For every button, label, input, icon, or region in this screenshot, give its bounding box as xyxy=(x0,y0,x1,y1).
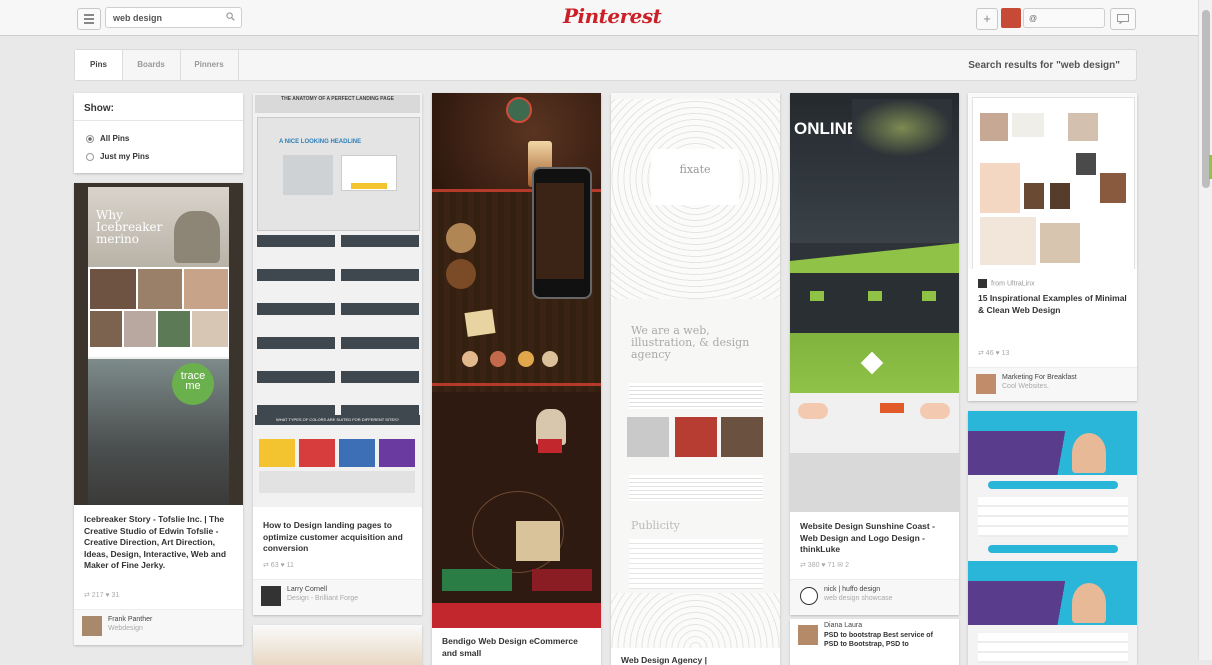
fixate-logo: fixate xyxy=(679,163,711,176)
pin-stats: ⇄ 46 ♥ 13 xyxy=(978,350,1010,357)
pinner-name[interactable]: Larry Cornell xyxy=(287,586,327,593)
user-avatar[interactable] xyxy=(1001,8,1021,28)
tab-pinners[interactable]: Pinners xyxy=(180,50,239,80)
add-pin-button[interactable]: + xyxy=(976,8,998,30)
avatar[interactable] xyxy=(976,374,996,394)
pin-image[interactable]: fixate We are a web, illustration, & des… xyxy=(611,93,780,648)
pin-attribution[interactable]: Marketing For Breakfast Cool Websites. xyxy=(968,367,1137,401)
pin-attribution[interactable]: Diana Laura PSD to bootstrap Best servic… xyxy=(790,619,959,665)
online-banner: ONLINE xyxy=(794,119,859,138)
pin-title[interactable]: Web Design Agency | xyxy=(621,655,771,665)
icebreaker-headline: Why Icebreaker merino xyxy=(96,208,163,246)
pin-image[interactable] xyxy=(968,93,1137,269)
menu-icon[interactable] xyxy=(77,8,101,30)
pin-title[interactable]: Bendigo Web Design eCommerce and small xyxy=(442,636,592,659)
pin-image[interactable] xyxy=(432,93,601,628)
pinterest-logo[interactable]: Pinterest xyxy=(563,4,662,28)
page-scrollbar[interactable] xyxy=(1198,0,1212,660)
fixate-tagline: We are a web, illustration, & design age… xyxy=(631,324,750,361)
divider xyxy=(74,120,243,121)
notifications-button[interactable] xyxy=(1110,8,1136,30)
infographic-headline: A NICE LOOKING HEADLINE xyxy=(279,139,362,145)
infographic-colors-title: WHAT TYPES OF COLORS ARE SUITED FOR DIFF… xyxy=(255,415,420,425)
search-value: web design xyxy=(113,13,163,23)
avatar[interactable] xyxy=(82,616,102,636)
board-name[interactable]: Cool Websites. xyxy=(1002,383,1049,390)
pin-stats: ⇄ 63 ♥ 11 xyxy=(263,562,294,569)
pinner-name[interactable]: Diana Laura xyxy=(824,622,862,629)
radio-icon[interactable] xyxy=(86,152,94,161)
pin-image[interactable] xyxy=(968,411,1137,665)
tab-boards[interactable]: Boards xyxy=(122,50,181,80)
pin-card[interactable] xyxy=(253,625,422,665)
pin-title[interactable]: Icebreaker Story - Tofslie Inc. | The Cr… xyxy=(84,514,236,572)
pin-image[interactable]: ONLINE xyxy=(790,93,959,512)
pin-card[interactable] xyxy=(968,411,1137,665)
pinner-name[interactable]: Marketing For Breakfast xyxy=(1002,374,1077,381)
pinner-name[interactable]: Frank Panther xyxy=(108,616,152,623)
pin-image[interactable] xyxy=(253,625,422,665)
source-label: from UltraLinx xyxy=(991,280,1035,288)
pin-card[interactable]: from UltraLinx 15 Inspirational Examples… xyxy=(968,93,1137,401)
search-results-heading: Search results for "web design" xyxy=(968,60,1120,71)
pin-card[interactable]: Diana Laura PSD to bootstrap Best servic… xyxy=(790,619,959,665)
radio-selected-icon[interactable] xyxy=(86,134,94,143)
pin-title[interactable]: How to Design landing pages to optimize … xyxy=(263,520,413,555)
avatar[interactable] xyxy=(798,625,818,645)
pin-stats: ⇄ 380 ♥ 71 ✉ 2 xyxy=(800,562,849,569)
results-tabs-bar: Pins Boards Pinners Search results for "… xyxy=(74,49,1137,81)
pin-card[interactable]: Why Icebreaker merino trace me Icebreake… xyxy=(74,183,243,645)
pin-card[interactable]: ONLINE Website Design Sunshine Coast - W… xyxy=(790,93,959,615)
filter-option-label: Just my Pins xyxy=(100,152,150,161)
filter-panel: Show: All Pins Just my Pins xyxy=(74,93,243,173)
pin-title[interactable]: Website Design Sunshine Coast - Web Desi… xyxy=(800,521,950,556)
board-name[interactable]: Design - Brilliant Forge xyxy=(287,595,358,602)
avatar[interactable] xyxy=(261,586,281,606)
fixate-publicity: Publicity xyxy=(631,519,680,532)
infographic-title: THE ANATOMY OF A PERFECT LANDING PAGE xyxy=(255,95,420,113)
filter-title: Show: xyxy=(84,103,114,114)
board-name[interactable]: web design showcase xyxy=(824,595,893,602)
avatar[interactable] xyxy=(800,587,818,605)
pin-source[interactable]: from UltraLinx xyxy=(978,279,1035,288)
search-input[interactable]: web design xyxy=(105,7,242,28)
filter-all-pins[interactable]: All Pins xyxy=(86,134,129,143)
board-name[interactable]: Webdesign xyxy=(108,625,143,632)
filter-just-my-pins[interactable]: Just my Pins xyxy=(86,152,149,161)
user-menu[interactable]: @ xyxy=(1023,8,1105,28)
pin-image[interactable]: THE ANATOMY OF A PERFECT LANDING PAGE A … xyxy=(253,93,422,507)
pin-image[interactable]: Why Icebreaker merino trace me xyxy=(74,183,243,505)
pin-title[interactable]: PSD to bootstrap Best service of PSD to … xyxy=(824,631,944,649)
pin-stats: ⇄ 217 ♥ 31 xyxy=(84,592,120,599)
filter-option-label: All Pins xyxy=(100,134,130,143)
message-icon xyxy=(1117,14,1129,24)
trace-me-badge: trace me xyxy=(172,363,214,405)
pin-attribution[interactable]: Larry Cornell Design - Brilliant Forge xyxy=(253,579,422,615)
pin-title[interactable]: 15 Inspirational Examples of Minimal & C… xyxy=(978,293,1128,316)
pinner-name[interactable]: nick | huffo design xyxy=(824,586,880,593)
top-bar: web design Pinterest + @ xyxy=(0,0,1198,36)
search-icon[interactable] xyxy=(226,12,235,21)
pin-attribution[interactable]: nick | huffo design web design showcase xyxy=(790,579,959,615)
source-icon xyxy=(978,279,987,288)
pin-card[interactable]: THE ANATOMY OF A PERFECT LANDING PAGE A … xyxy=(253,93,422,615)
pin-card[interactable]: fixate We are a web, illustration, & des… xyxy=(611,93,780,665)
pin-attribution[interactable]: Frank Panther Webdesign xyxy=(74,609,243,645)
tab-pins[interactable]: Pins xyxy=(75,50,123,80)
pin-card[interactable]: Bendigo Web Design eCommerce and small xyxy=(432,93,601,665)
